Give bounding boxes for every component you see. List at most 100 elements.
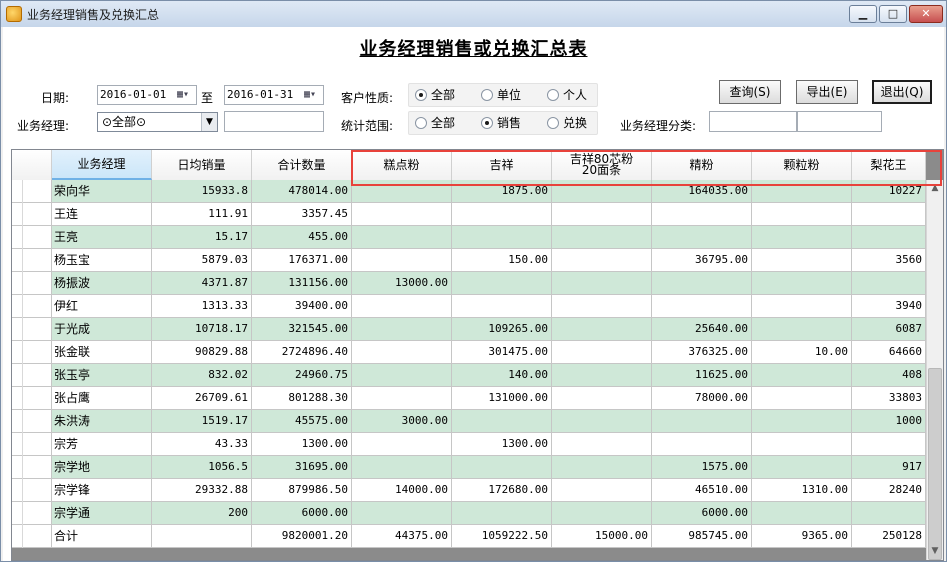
row-header[interactable] [12, 249, 52, 272]
value-cell[interactable]: 250128 [852, 525, 926, 548]
value-cell[interactable]: 36795.00 [652, 249, 752, 272]
value-cell[interactable]: 109265.00 [452, 318, 552, 341]
value-cell[interactable] [752, 180, 852, 203]
value-cell[interactable]: 9820001.20 [252, 525, 352, 548]
value-cell[interactable] [352, 433, 452, 456]
column-header-daily-avg[interactable]: 日均销量 [152, 150, 252, 180]
value-cell[interactable]: 3560 [852, 249, 926, 272]
value-cell[interactable]: 1059222.50 [452, 525, 552, 548]
value-cell[interactable] [552, 318, 652, 341]
manager-name-cell[interactable]: 朱洪涛 [52, 410, 152, 433]
value-cell[interactable] [752, 249, 852, 272]
row-header[interactable] [12, 203, 52, 226]
value-cell[interactable]: 1575.00 [652, 456, 752, 479]
value-cell[interactable] [352, 295, 452, 318]
value-cell[interactable] [652, 410, 752, 433]
scroll-up-icon[interactable]: ▲ [927, 180, 943, 197]
value-cell[interactable] [452, 295, 552, 318]
value-cell[interactable] [652, 203, 752, 226]
row-header[interactable] [12, 272, 52, 295]
value-cell[interactable] [652, 226, 752, 249]
value-cell[interactable] [752, 387, 852, 410]
value-cell[interactable]: 10227 [852, 180, 926, 203]
value-cell[interactable] [352, 249, 452, 272]
value-cell[interactable] [552, 295, 652, 318]
column-header-granular-flour[interactable]: 颗粒粉 [752, 150, 852, 180]
table-row[interactable]: 宗芳 43.33 1300.00 1300.00 [12, 433, 926, 456]
value-cell[interactable] [552, 364, 652, 387]
value-cell[interactable] [552, 226, 652, 249]
value-cell[interactable]: 1310.00 [752, 479, 852, 502]
value-cell[interactable]: 1300.00 [452, 433, 552, 456]
manager-name-cell[interactable]: 合计 [52, 525, 152, 548]
column-header-jixiang-80[interactable]: 吉祥80芯粉 20面条 [552, 150, 652, 180]
calendar-icon[interactable]: ▦▾ [299, 88, 321, 102]
manager-name-cell[interactable]: 杨振波 [52, 272, 152, 295]
manager-name-cell[interactable]: 于光成 [52, 318, 152, 341]
value-cell[interactable] [452, 456, 552, 479]
table-row[interactable]: 宗学地 1056.5 31695.00 1575.00 917 [12, 456, 926, 479]
manager-name-cell[interactable]: 荣向华 [52, 180, 152, 203]
value-cell[interactable]: 917 [852, 456, 926, 479]
scope-exchange-radio[interactable]: 兑换 [547, 116, 587, 130]
customer-type-all-radio[interactable]: 全部 [415, 88, 455, 102]
value-cell[interactable]: 11625.00 [652, 364, 752, 387]
value-cell[interactable]: 5879.03 [152, 249, 252, 272]
row-header[interactable] [12, 479, 52, 502]
value-cell[interactable]: 111.91 [152, 203, 252, 226]
value-cell[interactable]: 24960.75 [252, 364, 352, 387]
value-cell[interactable]: 44375.00 [352, 525, 452, 548]
value-cell[interactable]: 832.02 [152, 364, 252, 387]
manager-name-cell[interactable]: 宗芳 [52, 433, 152, 456]
value-cell[interactable] [352, 226, 452, 249]
value-cell[interactable]: 376325.00 [652, 341, 752, 364]
table-row[interactable]: 荣向华 15933.8 478014.00 1875.00 164035.00 10227 [12, 180, 926, 203]
value-cell[interactable] [352, 456, 452, 479]
value-cell[interactable]: 985745.00 [652, 525, 752, 548]
table-row[interactable]: 张占鹰 26709.61 801288.30 131000.00 78000.00 338… [12, 387, 926, 410]
value-cell[interactable]: 3940 [852, 295, 926, 318]
value-cell[interactable]: 15000.00 [552, 525, 652, 548]
scope-all-radio[interactable]: 全部 [415, 116, 455, 130]
value-cell[interactable]: 15933.8 [152, 180, 252, 203]
category-code-input[interactable] [709, 111, 797, 132]
date-from-picker[interactable]: 2016-01-01 ▦▾ [97, 85, 197, 105]
value-cell[interactable]: 1000 [852, 410, 926, 433]
row-header[interactable] [12, 318, 52, 341]
value-cell[interactable]: 455.00 [252, 226, 352, 249]
row-header[interactable] [12, 525, 52, 548]
value-cell[interactable] [552, 203, 652, 226]
table-row[interactable]: 伊红 1313.33 39400.00 3940 [12, 295, 926, 318]
value-cell[interactable]: 15.17 [152, 226, 252, 249]
value-cell[interactable] [552, 341, 652, 364]
row-header[interactable] [12, 295, 52, 318]
table-row[interactable]: 王连 111.91 3357.45 [12, 203, 926, 226]
row-header[interactable] [12, 364, 52, 387]
value-cell[interactable]: 14000.00 [352, 479, 452, 502]
value-cell[interactable] [352, 180, 452, 203]
value-cell[interactable]: 801288.30 [252, 387, 352, 410]
value-cell[interactable]: 140.00 [452, 364, 552, 387]
data-grid[interactable]: 业务经理 日均销量 合计数量 糕点粉 吉祥 吉祥80芯粉 20面条 精粉 颗粒粉 … [11, 149, 944, 561]
value-cell[interactable]: 150.00 [452, 249, 552, 272]
value-cell[interactable] [152, 525, 252, 548]
value-cell[interactable] [752, 456, 852, 479]
value-cell[interactable] [352, 318, 452, 341]
manager-name-cell[interactable]: 王亮 [52, 226, 152, 249]
value-cell[interactable]: 478014.00 [252, 180, 352, 203]
value-cell[interactable] [852, 502, 926, 525]
manager-select[interactable]: ⊙全部⊙ ▼ [97, 112, 218, 132]
value-cell[interactable]: 45575.00 [252, 410, 352, 433]
value-cell[interactable]: 90829.88 [152, 341, 252, 364]
value-cell[interactable] [852, 272, 926, 295]
query-button[interactable]: 查询(S) [719, 80, 781, 104]
value-cell[interactable] [752, 203, 852, 226]
customer-type-unit-radio[interactable]: 单位 [481, 88, 521, 102]
value-cell[interactable]: 1056.5 [152, 456, 252, 479]
value-cell[interactable]: 172680.00 [452, 479, 552, 502]
value-cell[interactable]: 28240 [852, 479, 926, 502]
manager-name-cell[interactable]: 杨玉宝 [52, 249, 152, 272]
value-cell[interactable]: 43.33 [152, 433, 252, 456]
value-cell[interactable]: 3357.45 [252, 203, 352, 226]
value-cell[interactable]: 39400.00 [252, 295, 352, 318]
